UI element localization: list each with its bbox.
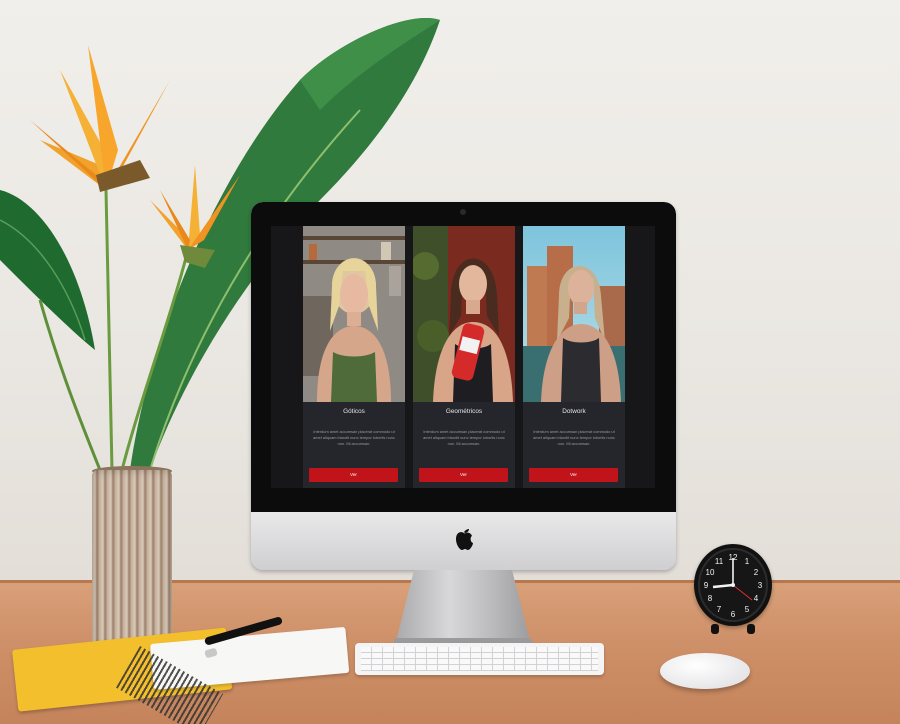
card-photo: [413, 226, 515, 402]
card-title: Geométricos: [445, 408, 483, 415]
card-description: Interdum amet accumsan placerat commodo …: [313, 429, 395, 446]
imac-bezel: Góticos Interdum amet accumsan placerat …: [251, 202, 676, 512]
clock-number: 4: [754, 594, 759, 603]
apple-logo-icon: [456, 529, 473, 550]
cards-row: Góticos Interdum amet accumsan placerat …: [303, 226, 625, 488]
clock-number: 2: [754, 568, 759, 577]
card-photo: [303, 226, 405, 402]
woman-extinguisher-photo: [413, 226, 515, 402]
vase: [92, 470, 172, 650]
card-description: Interdum amet accumsan placerat commodo …: [533, 429, 615, 446]
ver-button[interactable]: Ver: [309, 468, 398, 482]
clock-face: 12 1 2 3 4 5 6 7 8 9 10 11: [698, 548, 768, 622]
clock-number: 8: [708, 594, 713, 603]
camera-icon: [460, 209, 466, 215]
clock-number: 11: [715, 557, 724, 566]
clock-number: 6: [731, 610, 736, 619]
card-photo: [523, 226, 625, 402]
ver-button[interactable]: Ver: [419, 468, 508, 482]
imac: Góticos Interdum amet accumsan placerat …: [251, 202, 676, 570]
clock-icon: 12 1 2 3 4 5 6 7 8 9 10 11: [694, 544, 772, 626]
woman-city-photo: [523, 226, 625, 402]
card-goticos: Góticos Interdum amet accumsan placerat …: [303, 226, 405, 488]
clock-number: 10: [706, 568, 715, 577]
card-dotwork: Dotwork Interdum amet accumsan placerat …: [523, 226, 625, 488]
card-title: Góticos: [343, 408, 365, 415]
clock-number: 5: [745, 605, 750, 614]
clock-number: 7: [717, 605, 722, 614]
desk-scene: Góticos Interdum amet accumsan placerat …: [0, 0, 900, 724]
woman-kitchen-photo: [303, 226, 405, 402]
imac-stand: [395, 570, 531, 645]
card-geometricos: Geométricos Interdum amet accumsan place…: [413, 226, 515, 488]
clock-feet: [711, 624, 755, 634]
clock-number: 3: [758, 581, 763, 590]
imac-screen: Góticos Interdum amet accumsan placerat …: [271, 226, 655, 488]
keyboard-keys: [361, 647, 598, 671]
keyboard: [355, 643, 604, 675]
ver-button[interactable]: Ver: [529, 468, 618, 482]
card-description: Interdum amet accumsan placerat commodo …: [423, 429, 505, 446]
clock-number: 9: [704, 581, 709, 590]
card-title: Dotwork: [562, 408, 586, 415]
mouse: [660, 653, 750, 689]
clock-number: 1: [745, 557, 750, 566]
